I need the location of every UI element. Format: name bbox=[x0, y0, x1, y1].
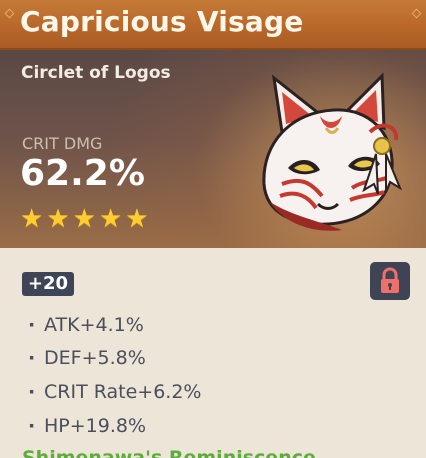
substat-item: · ATK+4.1% bbox=[28, 314, 144, 336]
main-stat-value: 62.2% bbox=[20, 153, 145, 194]
rarity-stars: ★ ★ ★ ★ ★ bbox=[20, 205, 149, 233]
lock-button[interactable] bbox=[370, 262, 410, 300]
main-stat-label: CRIT DMG bbox=[22, 134, 103, 153]
substat-item: · DEF+5.8% bbox=[28, 347, 146, 369]
bullet-icon: · bbox=[28, 314, 36, 336]
lock-icon bbox=[381, 267, 399, 293]
artifact-name: Capricious Visage bbox=[20, 5, 304, 38]
artifact-piece-type: Circlet of Logos bbox=[21, 63, 171, 83]
corner-ornament-icon bbox=[411, 8, 422, 19]
substat-item: · CRIT Rate+6.2% bbox=[28, 381, 201, 403]
bullet-icon: · bbox=[28, 381, 36, 403]
star-icon: ★ bbox=[98, 204, 123, 234]
star-icon: ★ bbox=[72, 204, 96, 234]
artifact-title-bar: Capricious Visage bbox=[0, 0, 426, 50]
fox-mask-icon bbox=[262, 72, 403, 231]
set-bonus-title: Shimenawa's Reminiscence bbox=[22, 447, 316, 458]
substat-item: · HP+19.8% bbox=[28, 415, 146, 437]
star-icon: ★ bbox=[46, 204, 70, 234]
star-icon: ★ bbox=[20, 204, 44, 234]
bullet-icon: · bbox=[28, 347, 36, 369]
substat-text: ATK+4.1% bbox=[44, 314, 144, 336]
star-icon: ★ bbox=[125, 204, 149, 234]
substat-text: CRIT Rate+6.2% bbox=[44, 381, 202, 403]
level-badge: +20 bbox=[22, 272, 74, 296]
bullet-icon: · bbox=[28, 415, 36, 437]
substat-text: HP+19.8% bbox=[44, 415, 147, 437]
substat-text: DEF+5.8% bbox=[44, 347, 146, 369]
corner-ornament-icon bbox=[4, 8, 15, 19]
